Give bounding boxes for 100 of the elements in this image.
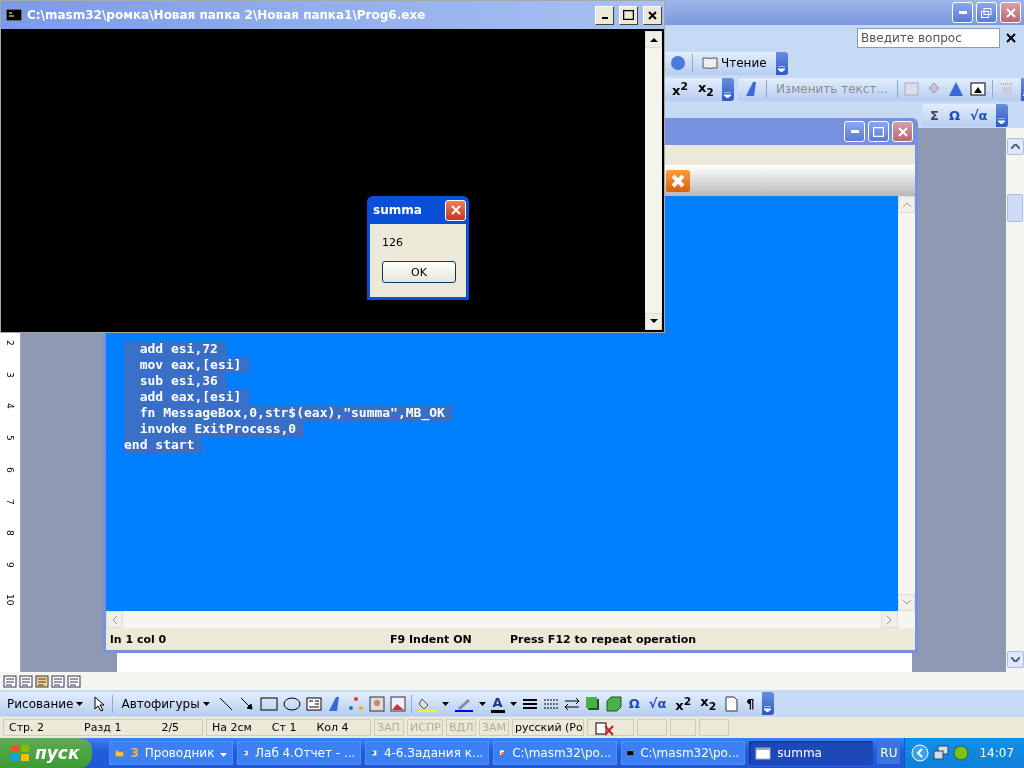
view-mode-icon[interactable] [51,674,65,688]
picture-icon[interactable] [969,81,986,97]
taskbar-button[interactable]: C:\masm32\ро... [493,741,618,765]
diagram-icon[interactable] [347,695,364,712]
close-icon [671,174,685,188]
help-icon[interactable] [670,55,686,71]
ruler-number: 9 [5,562,15,568]
insert-symbol-button[interactable]: Ω [946,107,962,123]
rectangle-icon[interactable] [259,695,278,712]
maximize-icon [873,126,884,137]
arrow-style-icon[interactable] [563,695,580,712]
format-button[interactable]: x$_{2}$ [695,79,716,99]
insert-symbol-button[interactable]: √α [646,696,669,711]
insert-symbol-button[interactable]: x$^{2}$ [673,694,694,713]
taskbar-label: Лаб 4.Отчет - ... [255,746,356,760]
status-text: На 2см [212,721,252,734]
minimize-icon [958,11,967,14]
spelling-icon[interactable] [593,719,615,736]
paragraph-marks-button[interactable]: ¶ [744,696,757,711]
taskbar-button[interactable]: summa [749,741,874,765]
horizontal-scrollbar[interactable] [106,611,915,628]
taskbar-button[interactable]: Лаб 4.Отчет - ... [237,741,362,765]
language-indicator: русский (Ро [515,721,583,734]
close-icon [1005,7,1016,18]
close-button[interactable] [445,199,466,221]
caret-icon[interactable] [478,701,486,706]
show-hidden-icons-button[interactable] [911,744,930,762]
shape-icon[interactable] [947,81,964,97]
restore-button[interactable] [976,2,997,23]
help-search-field[interactable]: Введите вопрос [857,27,1000,48]
taskbar-button[interactable]: C:\masm32\ро... [621,741,746,765]
status-panel [699,719,729,736]
close-button[interactable] [643,5,662,25]
clip-art-icon[interactable] [368,695,385,712]
field-icon[interactable] [723,695,740,712]
caret-icon[interactable] [76,701,84,706]
insert-symbol-button[interactable]: Σ [928,107,941,123]
ruler-number: 4 [5,403,15,410]
caret-icon[interactable] [202,701,210,706]
toolbar-options-button[interactable] [721,77,734,101]
window-title: C:\masm32\ромка\Новая папка 2\Новая папка1\Prog6.exe [27,8,427,22]
book-icon [702,57,718,69]
vertical-scrollbar[interactable] [1006,128,1024,672]
start-button[interactable]: пуск [0,738,92,768]
shadow-icon[interactable] [584,695,601,712]
format-button[interactable]: x$^{2}$ [670,79,690,99]
view-mode-icon[interactable] [67,674,81,688]
scroll-down-button[interactable] [645,313,662,330]
network-icon[interactable] [933,745,950,761]
status-text: Стр. 2 [9,721,45,734]
language-indicator[interactable]: RU [877,742,901,764]
autoshapes-menu[interactable]: Автофигуры [118,696,213,711]
maximize-button[interactable] [619,5,638,25]
insert-symbol-button[interactable]: Ω [626,696,642,711]
scroll-right-button[interactable] [881,611,898,628]
close-icon [648,10,657,20]
scroll-thumb[interactable] [1007,194,1023,222]
minimize-icon [850,130,859,133]
status-text: Ст 1 [271,721,297,734]
toolbar-options-button[interactable] [995,103,1008,127]
insert-symbol-button[interactable]: √α [967,107,990,123]
chevron-icon [724,91,732,98]
taskbar-label: C:\masm32\ро... [512,746,612,760]
vertical-scrollbar[interactable] [645,31,662,330]
up-arrow-icon [649,37,658,42]
ok-button[interactable]: OK [382,261,456,283]
caret-icon[interactable] [441,701,449,706]
close-icon[interactable] [1006,32,1016,43]
ellipse-icon[interactable] [282,695,301,712]
line-icon[interactable] [217,695,234,712]
chevron-icon [778,65,786,72]
ruler-number: 3 [5,371,15,378]
caret-icon[interactable] [509,701,517,706]
status-text: F9 Indent ON [390,632,473,646]
drawing-menu[interactable]: Рисование [4,696,87,711]
minimize-button[interactable] [595,5,614,25]
arrow-icon[interactable] [238,695,255,712]
antivirus-icon[interactable] [953,745,970,761]
cube-icon[interactable] [605,695,622,712]
windows-logo-icon [10,744,30,762]
window-icon[interactable] [755,745,772,761]
view-mode-icon[interactable] [3,674,17,688]
status-panel [670,719,696,736]
toolbar-options-button[interactable] [761,692,774,715]
view-mode-icon[interactable] [35,674,49,688]
insert-symbol-button[interactable]: x$_{2}$ [698,694,719,713]
status-text: Разд 1 [84,721,122,734]
font-color-button[interactable]: A [490,694,505,713]
taskbar-button[interactable]: 4-6.Задания к... [365,741,490,765]
taskbar-button[interactable]: 3 Проводник [109,741,234,765]
taskbar-label: C:\masm32\ро... [640,746,740,760]
scroll-up-button[interactable] [645,31,662,48]
horizontal-scrollbar[interactable] [0,672,1024,690]
toolbar-options-button[interactable] [775,51,788,75]
scroll-left-button[interactable] [106,611,123,628]
maximize-icon [623,10,634,20]
view-mode-icon[interactable] [19,674,33,688]
status-text: Press F12 to repeat operation [510,632,698,646]
text-box-icon[interactable] [305,695,322,712]
ruler-number: 2 [5,340,15,346]
